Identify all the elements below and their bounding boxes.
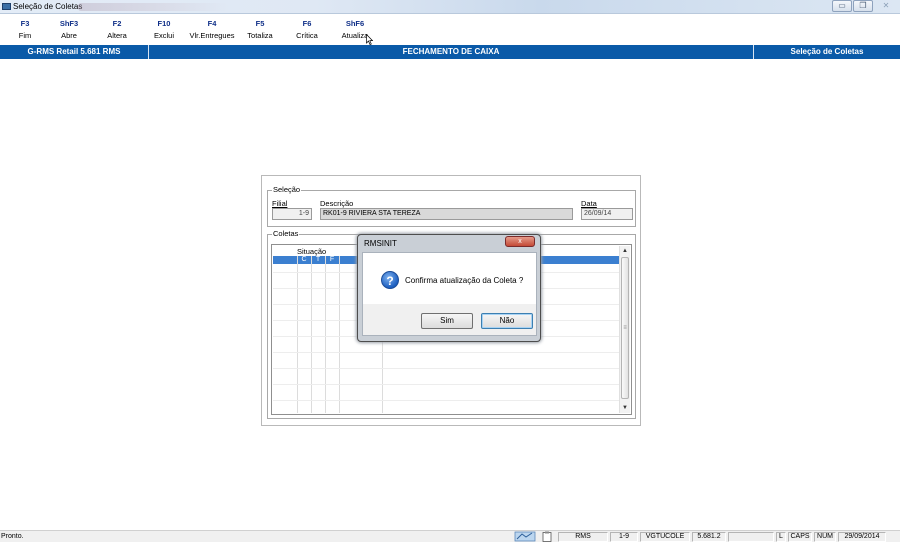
title-blurred-region xyxy=(78,3,228,11)
toolbar-key: F2 xyxy=(112,19,122,28)
restore-button[interactable]: ❐ xyxy=(853,0,873,12)
toolbar-label: Abre xyxy=(61,31,77,40)
window-title: Seleção de Coletas xyxy=(13,2,83,11)
dialog-footer: Sim Não xyxy=(362,304,537,336)
selecao-legend: Seleção xyxy=(272,185,302,194)
toolbar-key: ShF3 xyxy=(59,19,79,28)
toolbar-critica-button[interactable]: F6 Crítica xyxy=(282,19,332,40)
screen-title: Seleção de Coletas xyxy=(790,47,864,56)
toolbar-abre-button[interactable]: ShF3 Abre xyxy=(44,19,94,40)
app-version-label: G-RMS Retail 5.681 RMS xyxy=(27,47,121,56)
descricao-field: RK01-9 RIVIERA STA TEREZA xyxy=(320,208,573,220)
grid-column-line xyxy=(297,256,298,413)
toolbar-exclui-button[interactable]: F10 Exclui xyxy=(139,19,189,40)
close-window-button[interactable]: ✕ xyxy=(874,0,898,12)
toolbar-label: Fim xyxy=(18,31,32,40)
situacao-column-header: Situação xyxy=(297,247,327,256)
window-titlebar: Seleção de Coletas ▭ ❐ ✕ xyxy=(0,0,900,14)
dialog-close-button[interactable]: x xyxy=(505,236,535,247)
toolbar-vlr-entregues-button[interactable]: F4 Vlr.Entregues xyxy=(187,19,237,40)
grid-row-line xyxy=(273,368,621,369)
grid-column-line xyxy=(325,256,326,413)
status-num: NUM xyxy=(814,532,836,542)
grid-row-line xyxy=(273,352,621,353)
toolbar-totaliza-button[interactable]: F5 Totaliza xyxy=(235,19,285,40)
situacao-subcolumns: C T F xyxy=(297,256,339,264)
status-text: Pronto. xyxy=(1,533,24,540)
toolbar-label: Altera xyxy=(107,31,127,40)
dialog-message: Confirma atualização da Coleta ? xyxy=(405,276,524,285)
grid-row-line xyxy=(273,384,621,385)
column-f-header: F xyxy=(329,256,335,263)
grid-column-line xyxy=(311,256,312,413)
data-label: Data xyxy=(581,199,597,208)
grid-row-line xyxy=(273,400,621,401)
function-key-toolbar: F3 Fim ShF3 Abre F2 Altera F10 Exclui F4… xyxy=(0,14,900,45)
status-bar: Pronto. RMS 1-9 VGTUCOLE 5.681.2 L CAPS … xyxy=(0,530,900,542)
toolbar-fim-button[interactable]: F3 Fim xyxy=(0,19,50,40)
minimize-button[interactable]: ▭ xyxy=(832,0,852,12)
clipboard-icon xyxy=(542,531,552,542)
scroll-thumb[interactable]: ≡ xyxy=(621,257,629,399)
module-title: FECHAMENTO DE CAIXA xyxy=(402,47,500,56)
filial-field[interactable]: 1-9 xyxy=(272,208,312,220)
toolbar-label: Exclui xyxy=(153,31,174,40)
dialog-title: RMSINIT xyxy=(364,239,397,248)
status-lock: L xyxy=(776,532,786,542)
app-icon xyxy=(2,3,11,10)
toolbar-key: F10 xyxy=(157,19,171,28)
window-controls: ▭ ❐ ✕ xyxy=(831,0,898,13)
nao-button[interactable]: Não xyxy=(481,313,533,329)
confirm-dialog: RMSINIT x ? Confirma atualização da Cole… xyxy=(357,234,541,342)
status-empty xyxy=(728,532,774,542)
toolbar-key: F3 xyxy=(20,19,30,28)
toolbar-key: F5 xyxy=(255,19,265,28)
selecao-group: Seleção Filial 1-9 Descrição RK01-9 RIVI… xyxy=(267,185,636,227)
column-t-header: T xyxy=(315,256,321,263)
mouse-cursor-icon xyxy=(366,34,373,45)
toolbar-key: ShF6 xyxy=(345,19,365,28)
toolbar-altera-button[interactable]: F2 Altera xyxy=(92,19,142,40)
column-c-header: C xyxy=(301,256,307,263)
data-field[interactable]: 26/09/14 xyxy=(581,208,633,220)
grid-vertical-scrollbar[interactable]: ▲ ≡ ▼ xyxy=(619,246,630,413)
network-icon xyxy=(514,531,536,542)
coletas-legend: Coletas xyxy=(272,229,300,238)
question-icon: ? xyxy=(381,271,399,289)
scroll-down-arrow-icon[interactable]: ▼ xyxy=(620,403,630,413)
scroll-up-arrow-icon[interactable]: ▲ xyxy=(620,246,630,256)
toolbar-label: Crítica xyxy=(296,31,318,40)
status-system: RMS xyxy=(558,532,608,542)
descricao-label: Descrição xyxy=(320,199,354,208)
module-header-bar: G-RMS Retail 5.681 RMS FECHAMENTO DE CAI… xyxy=(0,45,900,59)
status-caps: CAPS xyxy=(788,532,812,542)
toolbar-key: F4 xyxy=(207,19,217,28)
toolbar-label: Vlr.Entregues xyxy=(189,31,235,40)
grid-column-line xyxy=(339,256,340,413)
toolbar-key: F6 xyxy=(302,19,312,28)
status-filial: 1-9 xyxy=(610,532,638,542)
dialog-body: ? Confirma atualização da Coleta ? xyxy=(362,252,537,304)
status-version: 5.681.2 xyxy=(692,532,726,542)
status-date: 29/09/2014 xyxy=(838,532,886,542)
sim-button[interactable]: Sim xyxy=(421,313,473,329)
status-program: VGTUCOLE xyxy=(640,532,690,542)
toolbar-label: Totaliza xyxy=(247,31,273,40)
filial-label: Filial xyxy=(272,199,288,208)
